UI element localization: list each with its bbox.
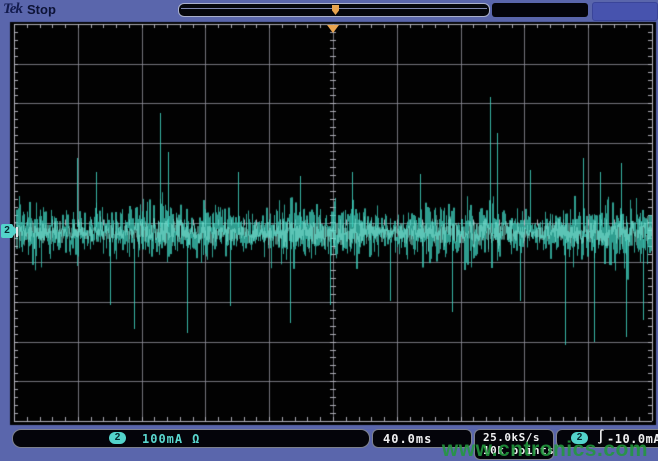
channel-2-readout-bar[interactable]: 2 100mAΩ: [12, 429, 370, 448]
trigger-point-triangle-icon[interactable]: [327, 25, 339, 33]
channel-2-level-dash: [16, 227, 18, 237]
channel-2-scale: 100mAΩ: [142, 432, 200, 446]
channel-2-badge: 2: [109, 432, 126, 444]
timebase-value: 40.0ms: [383, 432, 432, 446]
impedance-symbol: Ω: [192, 432, 200, 446]
channel-2-marker-label: 2: [4, 225, 10, 236]
watermark: www.cntronics.com: [442, 438, 648, 461]
channel-2-position-marker[interactable]: 2: [1, 224, 13, 238]
oscilloscope-screen: Tek Stop 2 2 100mAΩ 40.0ms 25.0kS/s 10k …: [0, 0, 658, 461]
graticule-canvas: [0, 0, 658, 461]
